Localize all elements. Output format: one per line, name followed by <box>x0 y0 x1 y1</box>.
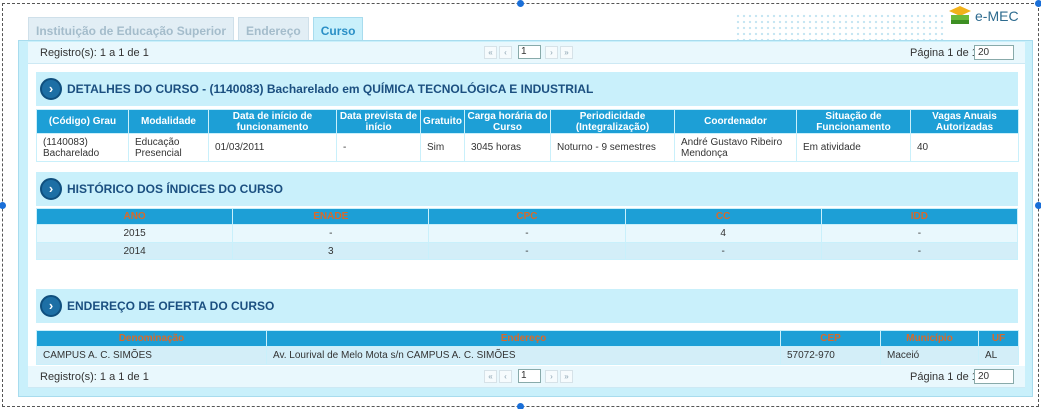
tab-instituicao[interactable]: Instituição de Educação Superior <box>28 17 235 42</box>
pager-top: Registro(s): 1 a 1 de 1 « ‹ 1 › » Página… <box>28 42 1025 64</box>
cell-enade: 3 <box>232 242 430 260</box>
cell-municipio: Maceió <box>880 346 979 365</box>
cell-enade: - <box>232 224 430 243</box>
mortarboard-book-icon <box>949 6 971 24</box>
section-title: HISTÓRICO DOS ÍNDICES DO CURSO <box>67 182 284 196</box>
header-data-prevista: Data prevista de início <box>336 109 421 134</box>
cell-data-inicio: 01/03/2011 <box>208 133 337 162</box>
prev-page-button[interactable]: ‹ <box>499 45 512 59</box>
cell-periodicidade: Noturno - 9 semestres <box>550 133 675 162</box>
header-carga-horaria: Carga horária do Curso <box>464 109 551 134</box>
next-page-button[interactable]: › <box>545 45 558 59</box>
section-title: ENDEREÇO DE OFERTA DO CURSO <box>67 299 275 313</box>
first-page-button[interactable]: « <box>484 45 497 59</box>
cell-ano: 2015 <box>35 224 234 243</box>
cell-grau: (1140083) Bacharelado <box>36 133 129 162</box>
header-cc: CC <box>624 208 822 225</box>
content-inner: Registro(s): 1 a 1 de 1 « ‹ 1 › » Página… <box>28 42 1025 388</box>
cell-ano: 2014 <box>35 242 234 260</box>
resize-handle[interactable] <box>1035 202 1041 209</box>
header-ano: ANO <box>35 208 234 225</box>
detalhes-table: (Código) Grau Modalidade Data de início … <box>36 109 1019 162</box>
content-panel: Registro(s): 1 a 1 de 1 « ‹ 1 › » Página… <box>18 40 1033 397</box>
header-periodicidade: Periodicidade (Integralização) <box>550 109 675 134</box>
resize-handle[interactable] <box>517 0 524 7</box>
page-nav: « ‹ 1 › » <box>484 45 575 59</box>
page-nav: « ‹ 1 › » <box>484 369 575 383</box>
table-row: (1140083) Bacharelado Educação Presencia… <box>36 133 1019 162</box>
cell-cep: 57072-970 <box>780 346 881 365</box>
header-enade: ENADE <box>232 208 430 225</box>
cell-modalidade: Educação Presencial <box>128 133 209 162</box>
cell-cc: 4 <box>624 224 822 243</box>
records-count: Registro(s): 1 a 1 de 1 <box>40 47 149 59</box>
resize-handle[interactable] <box>0 202 6 209</box>
header-grau: (Código) Grau <box>36 109 129 134</box>
prev-page-button[interactable]: ‹ <box>499 369 512 383</box>
header-gratuito: Gratuito <box>420 109 465 134</box>
header-denominacao: Denominação <box>36 330 267 347</box>
last-page-button[interactable]: » <box>560 369 573 383</box>
header-vagas: Vagas Anuais Autorizadas <box>910 109 1019 134</box>
header-coordenador: Coordenador <box>674 109 797 134</box>
emec-logo: e-MEC <box>948 4 1019 28</box>
first-page-button[interactable]: « <box>484 369 497 383</box>
circle-arrow-right-icon[interactable]: › <box>40 78 62 100</box>
header-data-inicio: Data de início de funcionamento <box>208 109 337 134</box>
header-idd: IDD <box>820 208 1019 225</box>
decorative-dots <box>735 13 945 43</box>
header-situacao: Situação de Funcionamento <box>796 109 911 134</box>
tab-curso[interactable]: Curso <box>312 17 364 42</box>
table-row: 2014 3 - - - <box>35 242 1019 260</box>
cell-uf: AL <box>978 346 1019 365</box>
section-title: DETALHES DO CURSO - (1140083) Bacharelad… <box>67 82 594 96</box>
cell-idd: - <box>820 224 1019 243</box>
cell-coordenador: André Gustavo Ribeiro Mendonça <box>674 133 797 162</box>
oferta-table: Denominação Endereço CEP Município UF CA… <box>36 330 1019 365</box>
last-page-button[interactable]: » <box>560 45 573 59</box>
page-select[interactable]: 1 <box>518 369 541 383</box>
records-count: Registro(s): 1 a 1 de 1 <box>40 371 149 383</box>
page-select[interactable]: 1 <box>518 45 541 59</box>
cell-vagas: 40 <box>910 133 1019 162</box>
tab-endereco[interactable]: Endereço <box>238 17 309 42</box>
cell-data-prevista: - <box>336 133 421 162</box>
cell-gratuito: Sim <box>420 133 465 162</box>
tab-bar: Instituição de Educação Superior Endereç… <box>28 17 367 42</box>
header-uf: UF <box>978 330 1019 347</box>
logo-text: e-MEC <box>975 8 1019 24</box>
section-detalhes: › DETALHES DO CURSO - (1140083) Bacharel… <box>36 72 1018 106</box>
page-label: Página 1 de 1 <box>910 371 978 383</box>
header-cep: CEP <box>780 330 881 347</box>
cell-situacao: Em atividade <box>796 133 911 162</box>
circle-arrow-right-icon[interactable]: › <box>40 178 62 200</box>
header-endereco: Endereço <box>266 330 781 347</box>
section-historico: › HISTÓRICO DOS ÍNDICES DO CURSO <box>36 172 1018 206</box>
cell-carga-horaria: 3045 horas <box>464 133 551 162</box>
historico-table: ANO ENADE CPC CC IDD 2015 - - 4 - 2014 3… <box>35 208 1019 260</box>
cell-idd: - <box>820 242 1019 260</box>
table-row: 2015 - - 4 - <box>35 224 1019 243</box>
table-row: CAMPUS A. C. SIMÕES Av. Lourival de Melo… <box>36 346 1019 365</box>
header-cpc: CPC <box>428 208 626 225</box>
header-municipio: Município <box>880 330 979 347</box>
resize-handle[interactable] <box>517 403 524 409</box>
cell-denominacao: CAMPUS A. C. SIMÕES <box>36 346 267 365</box>
per-page-select[interactable]: 20 <box>974 369 1014 384</box>
cell-endereco: Av. Lourival de Melo Mota s/n CAMPUS A. … <box>266 346 781 365</box>
per-page-select[interactable]: 20 <box>974 45 1014 60</box>
cell-cc: - <box>624 242 822 260</box>
resize-handle[interactable] <box>1035 0 1041 7</box>
header-modalidade: Modalidade <box>128 109 209 134</box>
cell-cpc: - <box>428 242 626 260</box>
next-page-button[interactable]: › <box>545 369 558 383</box>
circle-arrow-right-icon[interactable]: › <box>40 295 62 317</box>
pager-bottom: Registro(s): 1 a 1 de 1 « ‹ 1 › » Página… <box>28 366 1025 388</box>
page-label: Página 1 de 1 <box>910 47 978 59</box>
cell-cpc: - <box>428 224 626 243</box>
section-oferta: › ENDEREÇO DE OFERTA DO CURSO <box>36 289 1018 323</box>
